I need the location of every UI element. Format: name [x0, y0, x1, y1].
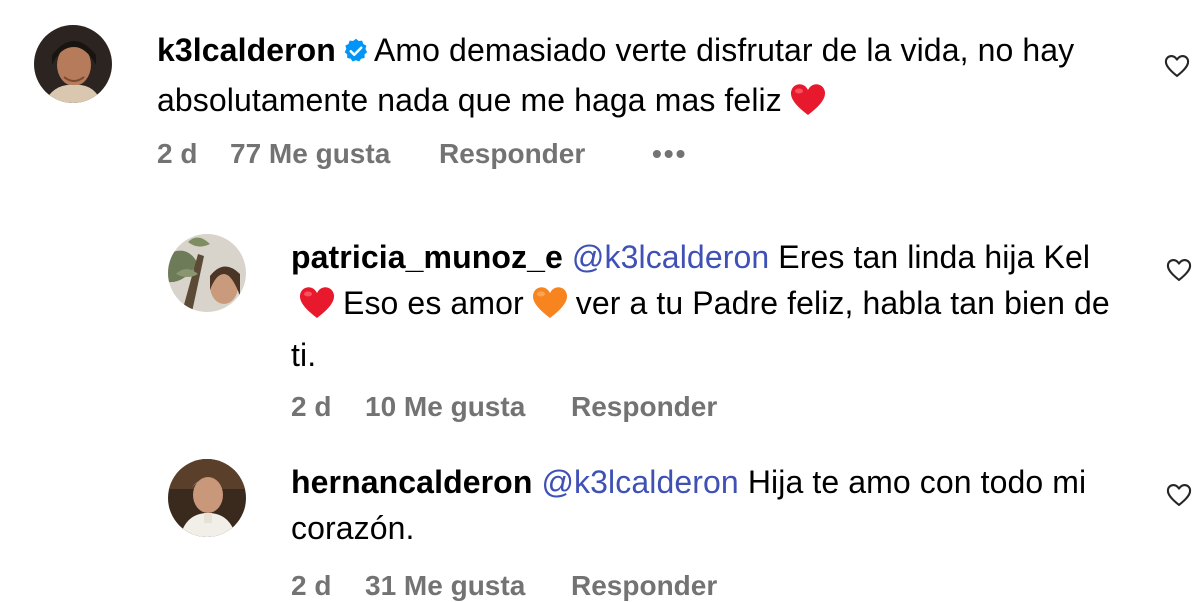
mention-link[interactable]: @k3lcalderon: [572, 239, 769, 275]
comment-time: 2 d: [291, 391, 332, 422]
heart-outline-icon[interactable]: [1165, 481, 1193, 509]
comment-time: 2 d: [157, 138, 198, 169]
comment-text: patricia_munoz_e @k3lcalderon Eres tan l…: [291, 234, 1131, 378]
comment-meta: 2 d 31 Me gusta Responder: [291, 570, 791, 602]
reply-button[interactable]: Responder: [571, 570, 717, 602]
avatar[interactable]: [34, 25, 112, 103]
comment-username[interactable]: hernancalderon: [291, 464, 532, 500]
avatar[interactable]: [168, 459, 246, 537]
likes-count[interactable]: 31 Me gusta: [365, 570, 525, 602]
reply-button[interactable]: Responder: [571, 391, 717, 423]
comment-username[interactable]: k3lcalderon: [157, 32, 336, 68]
comment-text: k3lcalderon Amo demasiado verte disfrutar…: [157, 27, 1137, 129]
likes-count[interactable]: 77 Me gusta: [230, 138, 390, 170]
comment-body-part1: Eres tan linda hija Kel: [778, 239, 1091, 275]
heart-outline-icon[interactable]: [1163, 52, 1191, 80]
comment-body-part2: Eso es amor: [343, 285, 524, 321]
likes-count[interactable]: 10 Me gusta: [365, 391, 525, 423]
heart-outline-icon[interactable]: [1165, 256, 1193, 284]
orange-heart-icon: [530, 284, 570, 332]
more-options-button[interactable]: •••: [652, 138, 687, 170]
comment-time: 2 d: [291, 570, 332, 601]
reply-button[interactable]: Responder: [439, 138, 585, 170]
verified-badge-icon: [342, 31, 370, 77]
comment-username[interactable]: patricia_munoz_e: [291, 239, 563, 275]
red-heart-icon: [788, 81, 828, 129]
comment-text: hernancalderon @k3lcalderon Hija te amo …: [291, 459, 1131, 551]
avatar[interactable]: [168, 234, 246, 312]
comment-meta: 2 d 10 Me gusta Responder: [291, 391, 791, 423]
red-heart-icon: [297, 284, 337, 332]
mention-link[interactable]: @k3lcalderon: [541, 464, 738, 500]
